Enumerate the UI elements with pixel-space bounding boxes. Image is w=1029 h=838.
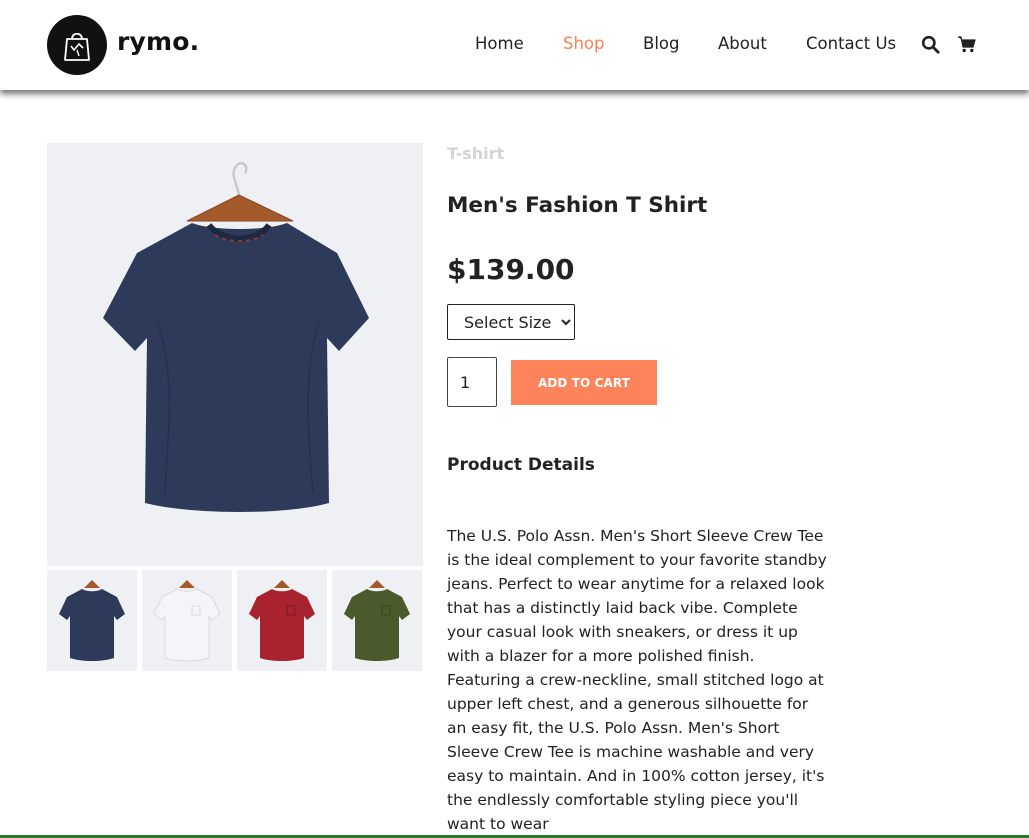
thumbnail-red[interactable] bbox=[237, 570, 327, 671]
search-icon[interactable] bbox=[921, 35, 940, 58]
thumbnail-white[interactable] bbox=[142, 570, 232, 671]
shopping-bag-icon bbox=[64, 32, 90, 61]
cart-icon[interactable] bbox=[957, 35, 976, 58]
thumbnail-navy[interactable] bbox=[47, 570, 137, 671]
nav-home[interactable]: Home bbox=[475, 34, 524, 56]
product-description: The U.S. Polo Assn. Men's Short Sleeve C… bbox=[447, 527, 827, 833]
nav-shop[interactable]: Shop bbox=[563, 34, 605, 56]
logo[interactable] bbox=[47, 15, 107, 75]
thumbnail-green[interactable] bbox=[332, 570, 422, 671]
product-category[interactable]: T-shirt bbox=[447, 144, 504, 163]
product-main-image[interactable] bbox=[47, 143, 423, 566]
product-price: $139.00 bbox=[447, 253, 575, 286]
brand-name[interactable]: rymo. bbox=[117, 27, 199, 56]
quantity-input[interactable] bbox=[447, 357, 497, 407]
nav-blog[interactable]: Blog bbox=[643, 34, 679, 56]
nav-about[interactable]: About bbox=[718, 34, 767, 56]
size-select[interactable]: Select Size bbox=[447, 304, 575, 340]
product-details-heading: Product Details bbox=[447, 455, 595, 475]
site-header: rymo. Home Shop Blog About Contact Us bbox=[0, 0, 1029, 90]
nav-contact[interactable]: Contact Us bbox=[806, 34, 896, 56]
add-to-cart-button[interactable]: ADD TO CART bbox=[511, 360, 657, 405]
product-title: Men's Fashion T Shirt bbox=[447, 193, 708, 218]
